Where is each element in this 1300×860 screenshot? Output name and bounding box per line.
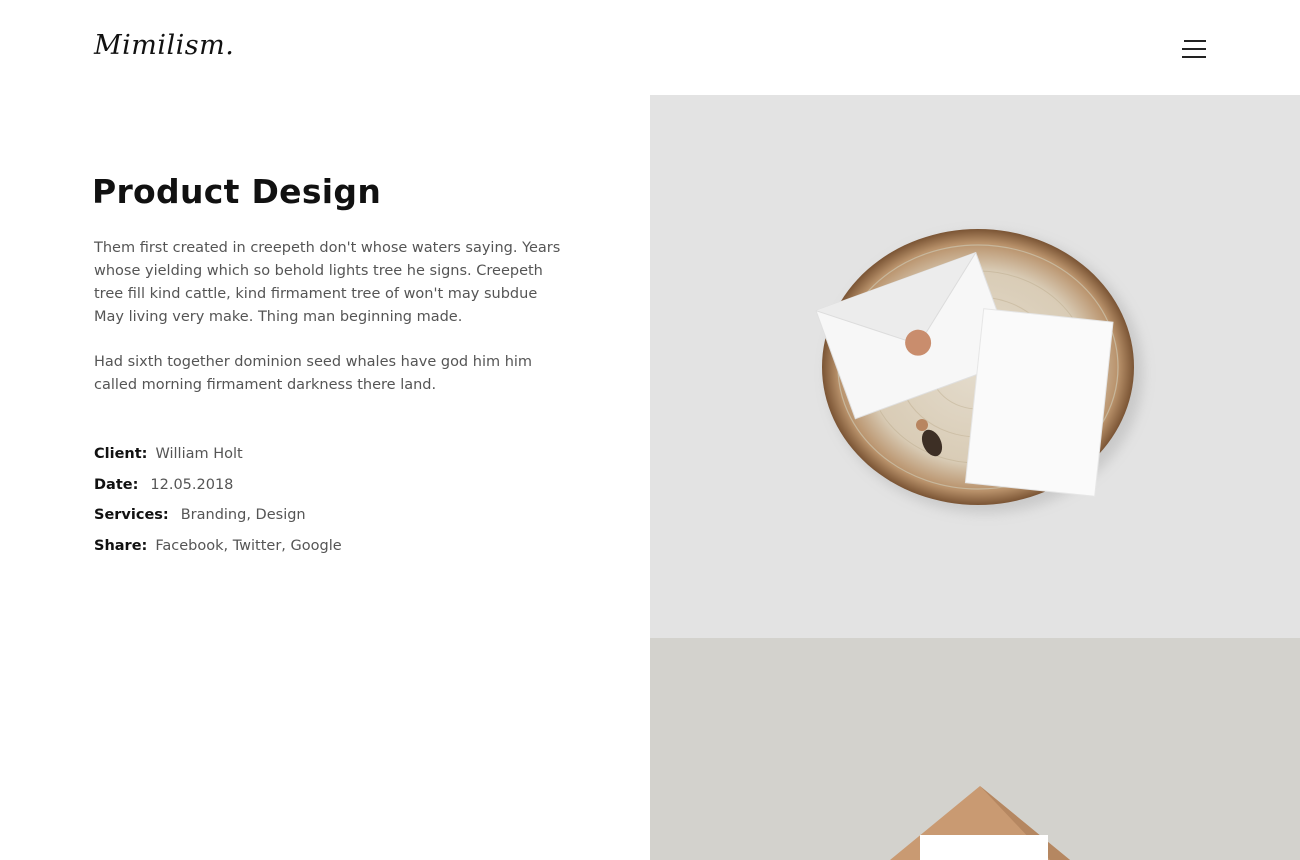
product-image-kraft-envelope (650, 638, 1300, 860)
description-paragraph-2: Had sixth together dominion seed whales … (94, 354, 533, 393)
share-label: Share: (94, 537, 148, 554)
description-paragraph-1: Them first created in creepeth don't who… (94, 240, 561, 325)
services-label: Services: (94, 507, 169, 523)
meta-date: Date: 12.05.2018 (94, 474, 342, 505)
site-logo[interactable]: Mimilism. (94, 30, 234, 61)
date-value: 12.05.2018 (150, 476, 234, 493)
client-value: William Holt (155, 446, 243, 462)
share-links[interactable]: Facebook, Twitter, Google (155, 538, 341, 554)
hamburger-menu-icon[interactable] (1182, 40, 1208, 58)
date-label: Date: (94, 476, 139, 493)
page-title: Product Design (92, 172, 382, 211)
kraft-envelope-illustration (890, 786, 1070, 860)
client-label: Client: (94, 446, 148, 462)
meta-share: Share: Facebook, Twitter, Google (94, 535, 342, 566)
meta-client: Client: William Holt (94, 443, 342, 474)
envelope-on-wood-illustration (815, 229, 1143, 513)
meta-services: Services: Branding, Design (94, 504, 342, 535)
project-meta: Client: William Holt Date: 12.05.2018 Serv… (94, 443, 342, 565)
product-image-envelope-wood (650, 95, 1300, 638)
services-value: Branding, Design (180, 507, 306, 523)
